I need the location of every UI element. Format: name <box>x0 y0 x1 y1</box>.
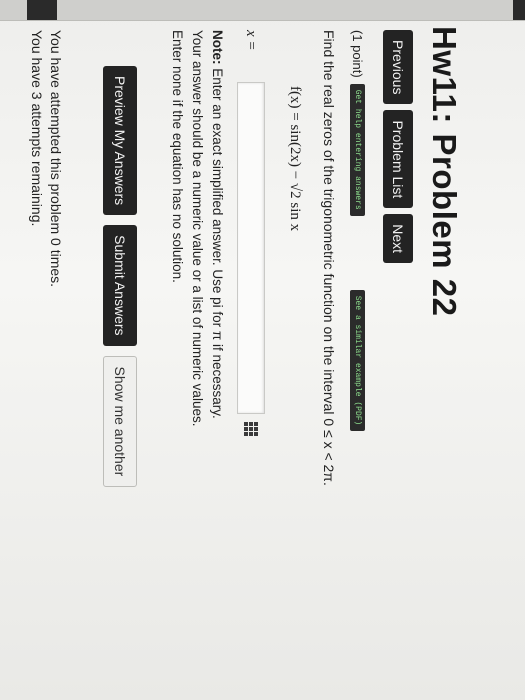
note-label: Note: <box>210 30 225 65</box>
answer-input[interactable] <box>237 82 265 414</box>
problem-list-button[interactable]: Problem List <box>383 110 413 209</box>
show-another-button[interactable]: Show me another <box>103 355 137 488</box>
page-title: Hw11: Problem 22 <box>426 26 463 317</box>
help-link[interactable]: Get help entering answers <box>350 83 365 216</box>
sidebar-dark-block-top <box>513 0 525 20</box>
left-sidebar-edge <box>0 0 525 21</box>
note-text-1: Enter an exact simplified answer. Use pi… <box>210 68 225 419</box>
points-label: (1 point) <box>350 30 365 78</box>
preview-answers-button[interactable]: Preview My Answers <box>103 66 137 216</box>
problem-nav: Previous Problem List Next <box>383 30 413 264</box>
function-expression: f(x) = sin(2x) − √2 sin x <box>287 86 303 232</box>
problem-header: (1 point) Get help entering answers See … <box>350 30 365 432</box>
note-line-3: Enter none if the equation has no soluti… <box>170 30 185 283</box>
screen: Hw11: Problem 22 Previous Problem List N… <box>0 0 525 700</box>
equation-editor-icon[interactable] <box>244 422 258 436</box>
submit-answers-button[interactable]: Submit Answers <box>103 225 137 346</box>
problem-prompt: Find the real zeros of the trigonometric… <box>321 30 337 486</box>
note-line-2: Your answer should be a numeric value or… <box>190 30 205 427</box>
attempt-status: You have attempted this problem 0 times.… <box>27 30 65 287</box>
answer-label: x = <box>243 30 260 51</box>
sidebar-dark-block <box>27 0 57 20</box>
answer-note: Note: Enter an exact simplified answer. … <box>167 30 227 670</box>
problem-content: Hw11: Problem 22 Previous Problem List N… <box>0 26 525 686</box>
attempts-made: You have attempted this problem 0 times. <box>48 30 64 288</box>
example-link[interactable]: See a similar example (PDF) <box>350 289 365 432</box>
answer-actions: Preview My Answers Submit Answers Show m… <box>103 66 137 488</box>
next-button[interactable]: Next <box>383 214 413 264</box>
previous-button[interactable]: Previous <box>383 30 413 105</box>
attempts-remaining: You have 3 attempts remaining. <box>29 30 45 227</box>
note-line-1: Note: Enter an exact simplified answer. … <box>207 30 227 670</box>
answer-row: x = <box>237 30 265 436</box>
